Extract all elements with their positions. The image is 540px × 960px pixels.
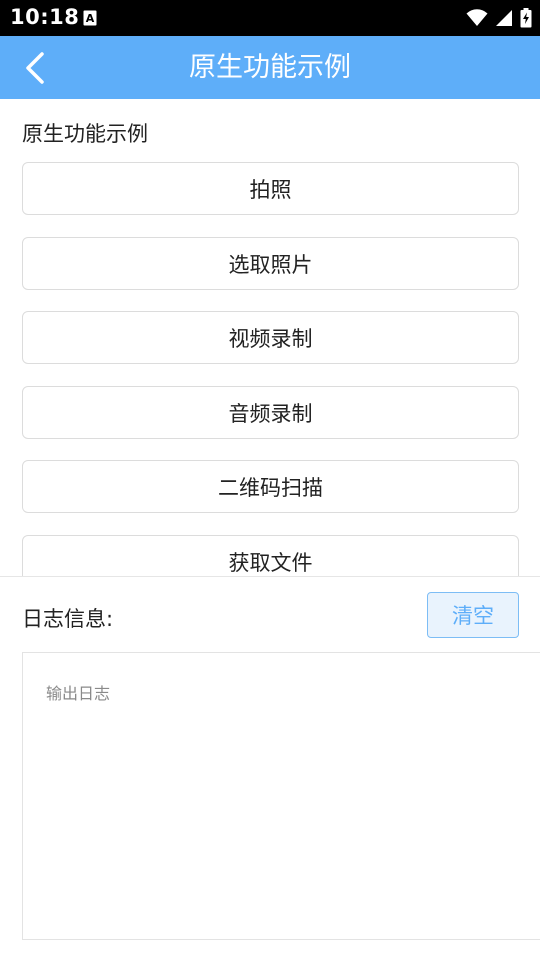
take-photo-label: 拍照 bbox=[249, 177, 292, 202]
choose-photo-label: 选取照片 bbox=[228, 252, 313, 277]
page-title: 原生功能示例 bbox=[189, 52, 351, 83]
record-audio-button[interactable]: 音频录制 bbox=[22, 386, 519, 439]
status-time: 10:18 bbox=[10, 5, 80, 29]
signal-icon bbox=[496, 10, 512, 26]
choose-photo-button[interactable]: 选取照片 bbox=[22, 237, 519, 290]
battery-charging-icon bbox=[520, 8, 532, 28]
chevron-left-icon bbox=[26, 52, 44, 84]
wifi-icon bbox=[466, 9, 488, 26]
section-title: 原生功能示例 bbox=[22, 122, 148, 146]
clear-log-label: 清空 bbox=[452, 604, 494, 628]
status-icons bbox=[459, 8, 532, 28]
svg-text:A: A bbox=[86, 12, 95, 25]
get-file-label: 获取文件 bbox=[228, 550, 313, 575]
take-photo-button[interactable]: 拍照 bbox=[22, 162, 519, 215]
scan-qrcode-label: 二维码扫描 bbox=[218, 475, 323, 500]
app-header: 原生功能示例 bbox=[0, 36, 540, 99]
clear-log-button[interactable]: 清空 bbox=[427, 592, 519, 638]
record-video-button[interactable]: 视频录制 bbox=[22, 311, 519, 364]
log-label: 日志信息: bbox=[22, 607, 114, 631]
log-panel: 日志信息: 清空 输出日志 bbox=[0, 576, 540, 960]
scan-qrcode-button[interactable]: 二维码扫描 bbox=[22, 460, 519, 513]
record-video-label: 视频录制 bbox=[228, 326, 313, 351]
log-output-area[interactable]: 输出日志 bbox=[22, 652, 540, 940]
back-button[interactable] bbox=[14, 46, 56, 90]
a-notification-icon: A bbox=[83, 10, 97, 26]
status-bar: 10:18 A bbox=[0, 0, 540, 36]
log-placeholder: 输出日志 bbox=[46, 684, 111, 703]
record-audio-label: 音频录制 bbox=[228, 401, 313, 426]
